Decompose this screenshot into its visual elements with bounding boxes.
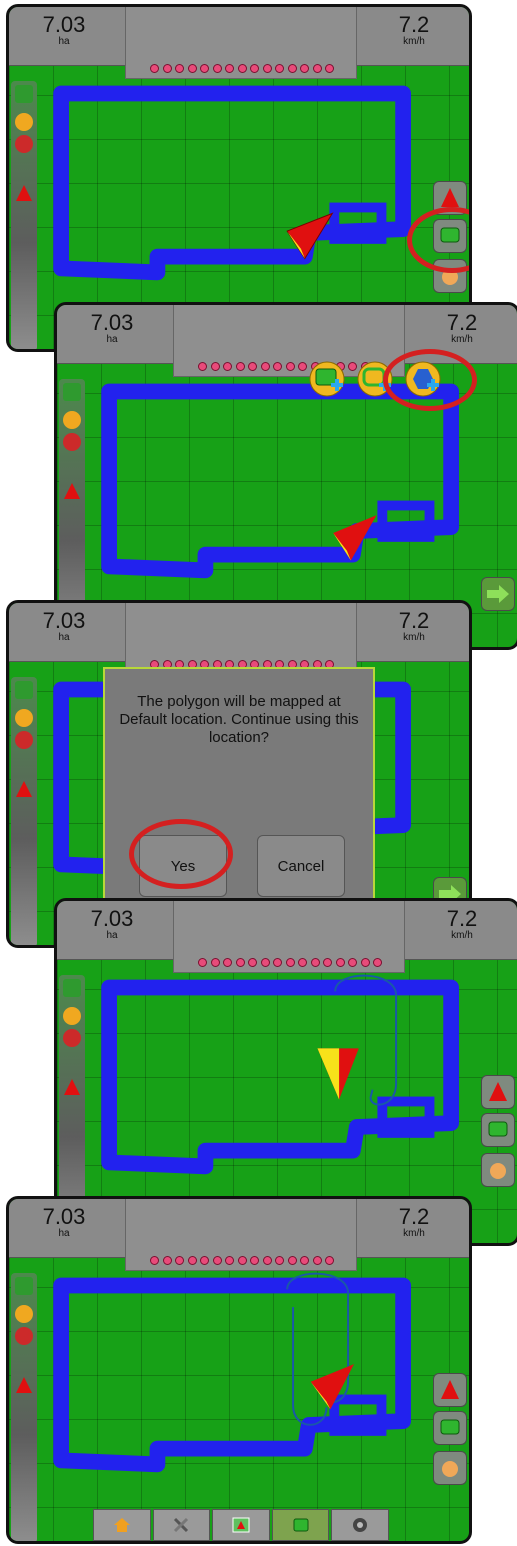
highlight-circle [129,819,233,889]
nav-map[interactable] [212,1509,270,1541]
guidance-screen-2: 7.03 ha 7.2 km/h [54,302,517,650]
speed-value: 7.2 [398,1204,430,1229]
guidance-mode-icon[interactable] [63,383,81,401]
boom-section-dots [150,1256,334,1266]
boom-status-icon[interactable] [15,1327,33,1345]
area-value: 7.03 [42,12,86,37]
gps-status-icon[interactable] [63,411,81,429]
add-polygon-icon[interactable] [309,361,345,397]
area-unit: ha [106,334,118,345]
guidance-mode-icon[interactable] [15,85,33,103]
area-readout: 7.03 ha [57,907,167,941]
gps-status-icon[interactable] [15,1305,33,1323]
map-icon [232,1517,250,1533]
vehicle-icon [16,1377,32,1393]
nadir-view-button[interactable] [481,1075,515,1109]
area-value: 7.03 [42,1204,86,1229]
speed-readout: 7.2 km/h [359,609,469,643]
status-sidebar [11,1273,37,1541]
gps-status-icon[interactable] [15,709,33,727]
boom-status-icon[interactable] [63,433,81,451]
next-button[interactable] [481,577,515,611]
home-icon [113,1518,130,1532]
pan-button[interactable] [481,1153,515,1187]
boom-section-dots [150,64,334,74]
boom-section-bar [173,901,405,973]
speed-unit: km/h [403,36,425,47]
next-arrow-icon [487,585,509,603]
speed-unit: km/h [451,334,473,345]
guidance-mode-icon[interactable] [15,681,33,699]
nadir-view-icon [489,1082,507,1101]
speed-readout: 7.2 km/h [359,13,469,47]
pan-button[interactable] [433,1451,467,1485]
vehicle-icon [64,1079,80,1095]
dialog-message: The polygon will be mapped at Default lo… [119,693,359,746]
speed-value: 7.2 [398,608,430,633]
speed-unit: km/h [403,1228,425,1239]
area-value: 7.03 [90,906,134,931]
guidance-screen-icon [293,1518,309,1532]
cancel-button[interactable]: Cancel [257,835,345,897]
marked-area-button[interactable] [481,1113,515,1147]
guidance-screen-1: 7.03 ha 7.2 km/h [6,4,472,352]
area-unit: ha [58,1228,70,1239]
boom-section-bar [125,603,357,675]
nav-guidance[interactable] [271,1509,330,1541]
speed-value: 7.2 [446,906,478,931]
bottom-nav [93,1509,389,1541]
boom-section-dots [198,958,382,968]
vehicle-icon [64,483,80,499]
speed-readout: 7.2 km/h [407,311,517,345]
boom-status-icon[interactable] [63,1029,81,1047]
pan-hand-icon [490,1163,506,1179]
area-value: 7.03 [90,310,134,335]
pan-hand-icon [442,1461,458,1477]
area-readout: 7.03 ha [9,13,119,47]
speed-readout: 7.2 km/h [407,907,517,941]
speed-unit: km/h [451,930,473,941]
status-sidebar [11,81,37,349]
speed-value: 7.2 [446,310,478,335]
area-value: 7.03 [42,608,86,633]
area-unit: ha [58,36,70,47]
nav-camera[interactable] [331,1509,389,1541]
status-sidebar [11,677,37,945]
boom-status-icon[interactable] [15,135,33,153]
area-readout: 7.03 ha [57,311,167,345]
guidance-mode-icon[interactable] [63,979,81,997]
speed-readout: 7.2 km/h [359,1205,469,1239]
nadir-view-icon [441,1380,459,1399]
guidance-screen-5: 7.03 ha 7.2 km/h [6,1196,472,1544]
boom-section-bar [125,7,357,79]
area-unit: ha [58,632,70,643]
boom-section-bar [125,1199,357,1271]
gps-status-icon[interactable] [63,1007,81,1025]
vehicle-icon [16,185,32,201]
gps-status-icon[interactable] [15,113,33,131]
guidance-screen-3: 7.03 ha 7.2 km/h The polygon will be mappe… [6,600,472,948]
guidance-mode-icon[interactable] [15,1277,33,1295]
boom-status-icon[interactable] [15,731,33,749]
speed-unit: km/h [403,632,425,643]
area-readout: 7.03 ha [9,609,119,643]
vehicle-icon [16,781,32,797]
highlight-circle [383,349,477,411]
marked-area-icon [488,1121,508,1137]
marked-area-button[interactable] [433,1411,467,1445]
nav-home[interactable] [93,1509,151,1541]
guidance-screen-4: 7.03 ha 7.2 km/h [54,898,517,1246]
area-readout: 7.03 ha [9,1205,119,1239]
nadir-view-icon [441,188,459,207]
tools-icon [174,1517,189,1533]
marked-area-icon [440,1419,460,1435]
nadir-view-button[interactable] [433,1373,467,1407]
camera-icon [353,1518,368,1532]
speed-value: 7.2 [398,12,430,37]
nav-tools[interactable] [152,1509,211,1541]
area-unit: ha [106,930,118,941]
